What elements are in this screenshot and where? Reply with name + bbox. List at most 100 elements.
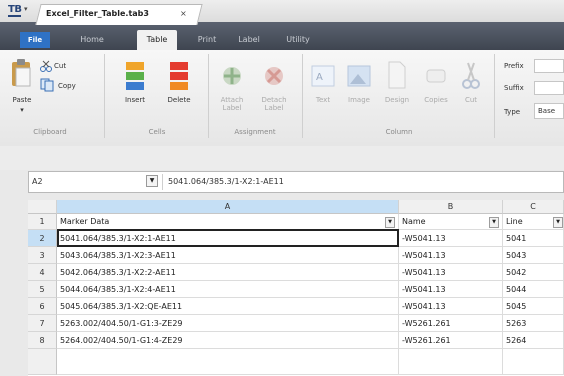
group-divider [208, 54, 209, 138]
table-cell[interactable]: 5264.002/404.50/1-G1:4-ZE29 [57, 332, 399, 349]
text-column-icon[interactable]: A [310, 62, 336, 90]
group-divider [302, 54, 303, 138]
group-divider [104, 54, 105, 138]
detach-label-button[interactable]: Detach Label [254, 96, 294, 112]
table-cell[interactable]: -W5041.13 [399, 247, 503, 264]
design-icon[interactable] [386, 60, 408, 90]
attach-label-icon[interactable] [220, 62, 244, 90]
row-header[interactable]: 1 [28, 214, 57, 230]
svg-text:A: A [316, 72, 323, 83]
close-icon[interactable]: × [180, 9, 187, 18]
tab-table[interactable]: Table [137, 30, 177, 50]
ribbon: Paste ▾ Cut Copy Clipboard Insert Delete… [0, 50, 564, 147]
document-tab-label: Excel_Filter_Table.tab3 [46, 9, 149, 18]
filter-dropdown-icon[interactable]: ▼ [385, 217, 395, 228]
table-cell[interactable]: 5263 [503, 315, 564, 332]
cut-button[interactable]: Cut [54, 62, 66, 70]
tab-utility[interactable]: Utility [278, 30, 318, 50]
image-column-button[interactable]: Image [342, 96, 376, 104]
header-cell-marker-data[interactable]: Marker Data [57, 214, 399, 230]
table-cell[interactable]: 5041 [503, 230, 564, 247]
suffix-label: Suffix [504, 84, 524, 92]
row-header[interactable]: 7 [28, 315, 57, 332]
delete-icon[interactable] [166, 60, 192, 92]
app-logo: TB [8, 4, 22, 17]
document-tab-bar [0, 146, 564, 170]
cut-icon [40, 60, 52, 72]
group-label-assignment: Assignment [234, 128, 276, 136]
filter-dropdown-icon[interactable]: ▼ [489, 217, 499, 228]
text-column-button[interactable]: Text [308, 96, 338, 104]
table-cell[interactable]: 5042 [503, 264, 564, 281]
table-cell[interactable]: 5044.064/385.3/1-X2:4-AE11 [57, 281, 399, 298]
group-label-column: Column [385, 128, 413, 136]
column-header-a[interactable]: A [57, 200, 399, 214]
table-cell[interactable]: 5264 [503, 332, 564, 349]
table-cell[interactable] [399, 349, 503, 375]
copies-button[interactable]: Copies [418, 96, 454, 104]
prefix-input[interactable] [534, 59, 564, 73]
table-cell[interactable]: -W5041.13 [399, 230, 503, 247]
select-all-corner[interactable] [28, 200, 57, 214]
table-cell[interactable]: 5263.002/404.50/1-G1:3-ZE29 [57, 315, 399, 332]
insert-button[interactable]: Insert [116, 96, 154, 104]
column-header-b[interactable]: B [399, 200, 503, 214]
table-cell[interactable]: -W5261.261 [399, 315, 503, 332]
row-header[interactable]: 8 [28, 332, 57, 349]
table-cell[interactable]: 5045.064/385.3/1-X2:QE-AE11 [57, 298, 399, 315]
table-cell[interactable]: 5044 [503, 281, 564, 298]
insert-icon[interactable] [122, 60, 148, 92]
quick-access-dropdown-icon[interactable]: ▾ [24, 5, 28, 13]
delete-button[interactable]: Delete [160, 96, 198, 104]
header-cell-name[interactable]: Name [399, 214, 503, 230]
design-button[interactable]: Design [378, 96, 416, 104]
copy-button[interactable]: Copy [58, 82, 76, 90]
paste-dropdown-icon[interactable]: ▾ [4, 106, 40, 114]
attach-label-button[interactable]: Attach Label [212, 96, 252, 112]
formula-bar [28, 171, 564, 193]
paste-button[interactable]: Paste [4, 96, 40, 104]
formula-input[interactable]: 5041.064/385.3/1-X2:1-AE11 [168, 177, 284, 186]
table-cell[interactable]: 5045 [503, 298, 564, 315]
group-divider [494, 54, 495, 138]
cut-column-icon[interactable] [462, 60, 480, 90]
table-cell[interactable]: 5042.064/385.3/1-X2:2-AE11 [57, 264, 399, 281]
row-header[interactable]: 5 [28, 281, 57, 298]
row-header[interactable]: 4 [28, 264, 57, 281]
table-cell[interactable]: -W5041.13 [399, 281, 503, 298]
group-label-clipboard: Clipboard [33, 128, 67, 136]
name-box-dropdown-icon[interactable]: ▼ [146, 175, 158, 187]
group-label-cells: Cells [148, 128, 166, 136]
tab-print[interactable]: Print [190, 30, 224, 50]
table-cell[interactable]: 5043 [503, 247, 564, 264]
row-header[interactable]: 3 [28, 247, 57, 264]
table-cell[interactable]: -W5041.13 [399, 298, 503, 315]
ribbon-tab-strip: File Home Table Print Label Utility [0, 22, 564, 50]
prefix-label: Prefix [504, 62, 524, 70]
tab-home[interactable]: Home [70, 30, 114, 50]
type-label: Type [504, 108, 521, 116]
row-header[interactable]: 6 [28, 298, 57, 315]
tab-label[interactable]: Label [232, 30, 266, 50]
table-cell[interactable]: 5043.064/385.3/1-X2:3-AE11 [57, 247, 399, 264]
table-cell[interactable]: -W5261.261 [399, 332, 503, 349]
formula-bar-divider [162, 174, 163, 190]
table-cell[interactable]: 5041.064/385.3/1-X2:1-AE11 [57, 230, 399, 247]
row-header[interactable] [28, 349, 57, 375]
table-cell[interactable] [57, 349, 399, 375]
name-box[interactable]: A2 [32, 177, 43, 186]
row-header[interactable]: 2 [28, 230, 57, 247]
type-select[interactable]: Base [534, 103, 564, 119]
filter-dropdown-icon[interactable]: ▼ [553, 217, 563, 228]
tab-file[interactable]: File [20, 32, 50, 48]
column-header-c[interactable]: C [503, 200, 564, 214]
suffix-input[interactable] [534, 81, 564, 95]
table-cell[interactable] [503, 349, 564, 375]
table-cell[interactable]: -W5041.13 [399, 264, 503, 281]
detach-label-icon[interactable] [262, 62, 286, 90]
image-column-icon[interactable] [346, 62, 372, 90]
copy-icon [40, 78, 54, 92]
copies-icon[interactable] [424, 64, 448, 88]
cut-column-button[interactable]: Cut [458, 96, 484, 104]
paste-icon[interactable] [10, 58, 34, 92]
